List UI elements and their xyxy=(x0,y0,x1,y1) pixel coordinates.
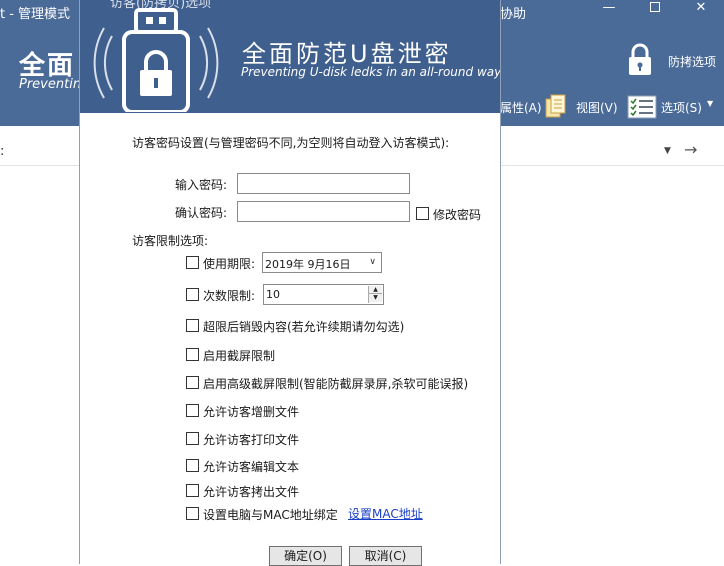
allow-edit-text-label: 允许访客编辑文本 xyxy=(203,460,300,474)
forward-arrow-icon[interactable]: → xyxy=(684,140,697,159)
allow-edit-text-checkbox[interactable] xyxy=(186,459,199,472)
dialog-header-title: 全面防范U盘泄密 xyxy=(242,40,452,68)
advanced-screenshot-limit-label: 启用高级截屏限制(智能防截屏录屏,杀软可能误报) xyxy=(203,377,469,391)
option-destroy-after-limit[interactable]: 超限后销毁内容(若允许续期请勿勾选) xyxy=(186,318,404,334)
option-screenshot-limit[interactable]: 启用截屏限制 xyxy=(186,347,275,363)
dialog-header: 访客(防拷贝)选项 全面防范U盘泄密 Preventing U-disk led… xyxy=(80,0,500,113)
properties-menu-label: 属性(A) xyxy=(500,101,542,115)
destroy-after-limit-checkbox[interactable] xyxy=(186,319,199,332)
guest-options-dialog: 访客(防拷贝)选项 全面防范U盘泄密 Preventing U-disk led… xyxy=(79,0,501,566)
allow-copy-out-checkbox[interactable] xyxy=(186,484,199,497)
view-menu[interactable]: 视图(V) xyxy=(544,92,624,122)
count-limit-value: 10 xyxy=(266,288,280,301)
allow-print-checkbox[interactable] xyxy=(186,432,199,445)
mac-binding-checkbox[interactable] xyxy=(186,507,199,520)
mac-binding-label: 设置电脑与MAC地址绑定 xyxy=(203,508,338,522)
stepper-up-icon[interactable]: ▲ xyxy=(369,286,382,294)
guest-password-section-label: 访客密码设置(与管理密码不同,为空则将自动登入访客模式): xyxy=(132,136,450,150)
expiry-date-picker[interactable]: 2019年 9月16日 ∨ xyxy=(262,252,382,273)
padlock-icon xyxy=(629,43,651,75)
guest-restrictions-label: 访客限制选项: xyxy=(132,234,209,248)
cancel-button[interactable]: 取消(C) xyxy=(349,546,422,566)
count-limit-checkbox[interactable] xyxy=(186,288,199,301)
close-button[interactable]: ✕ xyxy=(678,0,724,25)
option-mac-binding[interactable]: 设置电脑与MAC地址绑定 xyxy=(186,506,338,522)
password-label: 输入密码: xyxy=(175,178,228,192)
options-menu[interactable]: 选项(S) ▼ xyxy=(627,92,724,122)
count-limit-label: 次数限制: xyxy=(203,289,256,303)
option-allow-copy-out[interactable]: 允许访客拷出文件 xyxy=(186,483,299,499)
count-limit-stepper[interactable]: 10 ▲ ▼ xyxy=(263,284,384,305)
option-allow-add-delete[interactable]: 允许访客增删文件 xyxy=(186,403,299,419)
main-window-title-help: 协助 xyxy=(500,7,527,22)
checklist-icon xyxy=(627,95,657,119)
main-window-title: t - 管理模式 xyxy=(0,7,71,22)
confirm-password-input[interactable] xyxy=(237,201,410,222)
copy-protection-options-label: 防拷选项 xyxy=(668,55,717,69)
view-menu-label: 视图(V) xyxy=(576,101,618,115)
option-allow-edit-text[interactable]: 允许访客编辑文本 xyxy=(186,458,299,474)
password-input[interactable] xyxy=(237,173,410,194)
expiry-checkbox[interactable] xyxy=(186,256,199,269)
chevron-down-icon: ∨ xyxy=(369,257,376,267)
modify-password-checkbox[interactable] xyxy=(416,207,429,220)
advanced-screenshot-limit-checkbox[interactable] xyxy=(186,376,199,389)
option-advanced-screenshot-limit[interactable]: 启用高级截屏限制(智能防截屏录屏,杀软可能误报) xyxy=(186,375,468,391)
allow-add-delete-label: 允许访客增删文件 xyxy=(203,405,300,419)
modify-password-label: 修改密码 xyxy=(433,208,482,222)
minimize-button[interactable]: — xyxy=(586,0,632,25)
allow-copy-out-label: 允许访客拷出文件 xyxy=(203,485,300,499)
confirm-password-label: 确认密码: xyxy=(175,206,228,220)
copy-protection-options-button[interactable]: 防拷选项 xyxy=(626,43,724,77)
address-path: : xyxy=(0,144,5,159)
allow-add-delete-checkbox[interactable] xyxy=(186,404,199,417)
usb-lock-icon xyxy=(93,8,219,112)
screenshot-limit-checkbox[interactable] xyxy=(186,348,199,361)
set-mac-address-link[interactable]: 设置MAC地址 xyxy=(348,505,423,522)
maximize-button[interactable] xyxy=(632,0,678,25)
destroy-after-limit-label: 超限后销毁内容(若允许续期请勿勾选) xyxy=(203,320,405,334)
chevron-down-icon: ▼ xyxy=(707,99,714,108)
stepper-buttons: ▲ ▼ xyxy=(368,286,382,303)
expiry-date-value: 2019年 9月16日 xyxy=(265,258,351,271)
expiry-label: 使用期限: xyxy=(203,257,256,271)
ok-button[interactable]: 确定(O) xyxy=(269,546,342,566)
options-menu-label: 选项(S) xyxy=(661,101,702,115)
allow-print-label: 允许访客打印文件 xyxy=(203,433,300,447)
option-count-limit[interactable]: 次数限制: xyxy=(186,287,255,303)
dialog-header-subtitle: Preventing U-disk ledks in an all-round … xyxy=(241,65,500,79)
option-allow-print[interactable]: 允许访客打印文件 xyxy=(186,431,299,447)
option-expiry[interactable]: 使用期限: xyxy=(186,255,255,271)
properties-menu[interactable]: 属性(A) xyxy=(500,92,542,122)
screenshot-limit-label: 启用截屏限制 xyxy=(203,349,276,363)
address-dropdown-icon[interactable]: ▼ xyxy=(664,146,671,156)
stepper-down-icon[interactable]: ▼ xyxy=(369,294,382,302)
view-pages-icon xyxy=(545,94,566,118)
